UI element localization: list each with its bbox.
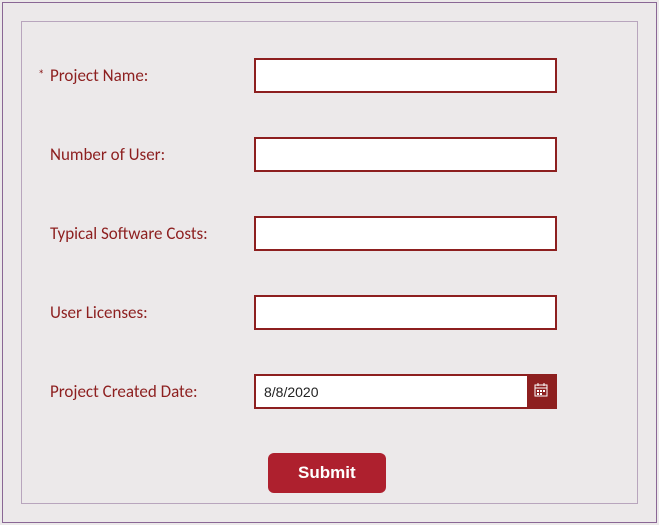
row-number-of-user: Number of User: xyxy=(50,137,609,172)
label-typical-software-costs: Typical Software Costs: xyxy=(50,223,254,244)
label-user-licenses: User Licenses: xyxy=(50,302,254,323)
date-picker-button[interactable] xyxy=(527,376,555,407)
input-typical-software-costs[interactable] xyxy=(254,216,557,251)
input-number-of-user[interactable] xyxy=(254,137,557,172)
label-project-name: Project Name: xyxy=(50,65,254,86)
calendar-icon xyxy=(534,383,548,400)
outer-frame: * Project Name: Number of User: Typical … xyxy=(2,2,657,523)
form-container: * Project Name: Number of User: Typical … xyxy=(21,21,638,504)
input-user-licenses[interactable] xyxy=(254,295,557,330)
date-field-wrapper xyxy=(254,374,557,409)
label-number-of-user: Number of User: xyxy=(50,144,254,165)
submit-row: Submit xyxy=(50,453,609,493)
row-project-name: * Project Name: xyxy=(50,58,609,93)
input-project-created-date[interactable] xyxy=(256,376,527,407)
row-user-licenses: User Licenses: xyxy=(50,295,609,330)
row-typical-software-costs: Typical Software Costs: xyxy=(50,216,609,251)
label-project-created-date: Project Created Date: xyxy=(50,381,254,402)
row-project-created-date: Project Created Date: xyxy=(50,374,609,409)
input-project-name[interactable] xyxy=(254,58,557,93)
submit-button[interactable]: Submit xyxy=(268,453,386,493)
